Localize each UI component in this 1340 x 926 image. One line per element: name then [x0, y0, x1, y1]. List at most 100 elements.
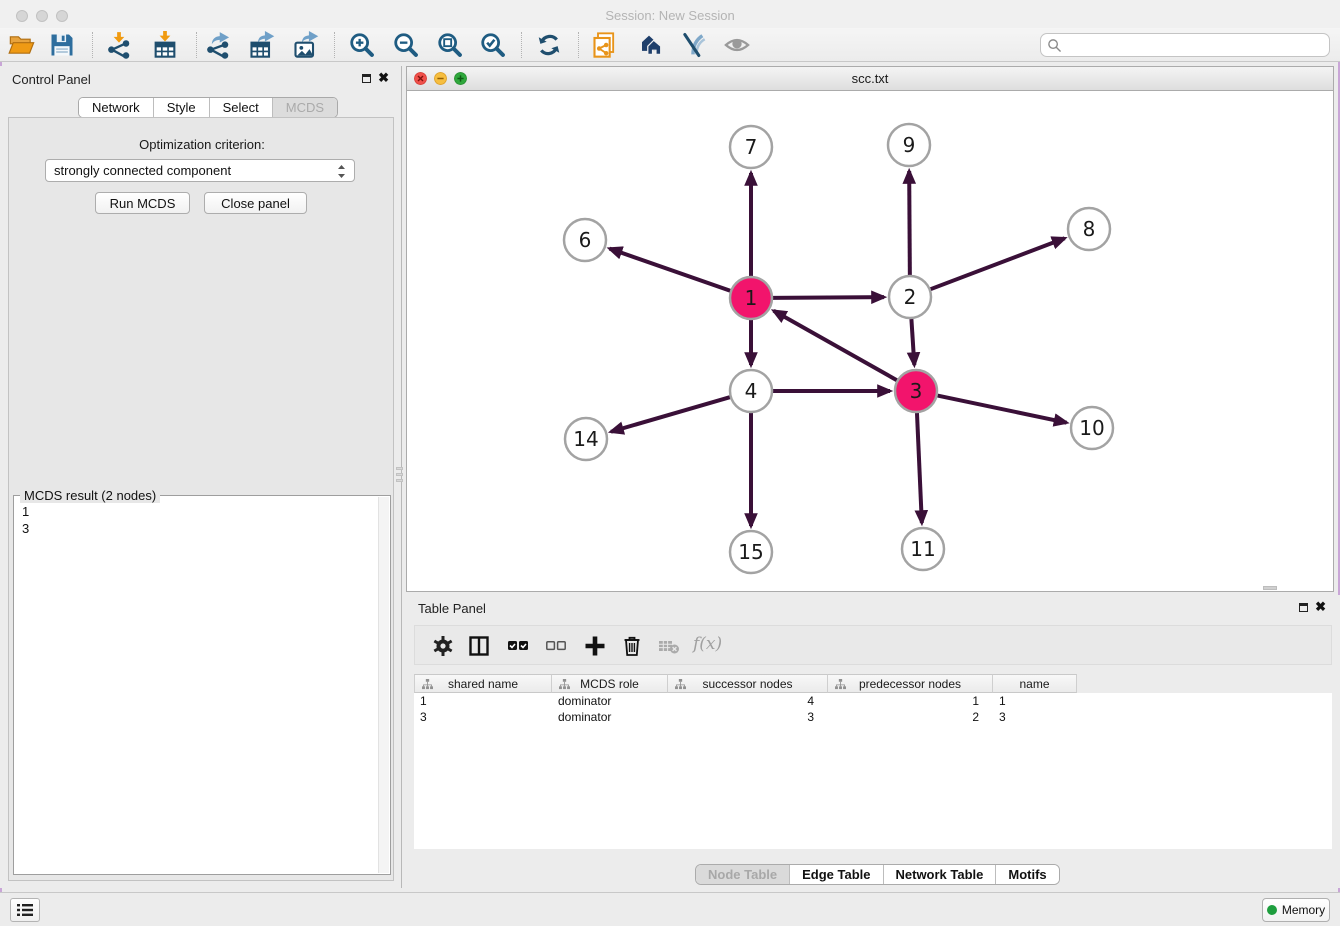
- close-panel-button[interactable]: Close panel: [204, 192, 307, 214]
- edge-3-1[interactable]: [774, 311, 897, 380]
- hide-selected-icon[interactable]: [679, 31, 707, 59]
- search-box[interactable]: [1040, 33, 1330, 57]
- column-header-name[interactable]: name: [993, 674, 1077, 693]
- memory-status-icon: [1267, 905, 1277, 915]
- zoom-fit-icon[interactable]: [436, 31, 464, 59]
- network-graph[interactable]: 7968124314101511: [407, 91, 1333, 591]
- tab-network-table[interactable]: Network Table: [883, 865, 996, 884]
- list-icon: [17, 903, 33, 917]
- column-sort-icon: [835, 679, 846, 690]
- node-label-6: 6: [579, 228, 592, 252]
- node-label-3: 3: [910, 379, 923, 403]
- node-label-4: 4: [745, 379, 758, 403]
- status-bar: Memory: [0, 892, 1340, 926]
- select-all-icon[interactable]: [506, 634, 530, 658]
- column-header-shared-name[interactable]: shared name: [414, 674, 552, 693]
- memory-button[interactable]: Memory: [1262, 898, 1330, 922]
- delete-row-icon[interactable]: [620, 634, 644, 658]
- column-header-mcds-role[interactable]: MCDS role: [552, 674, 668, 693]
- edge-3-11[interactable]: [917, 413, 922, 523]
- delete-table-icon[interactable]: [657, 634, 681, 658]
- task-history-button[interactable]: [10, 898, 40, 922]
- run-mcds-button[interactable]: Run MCDS: [95, 192, 190, 214]
- column-label: name: [1019, 677, 1049, 691]
- export-network-icon[interactable]: [204, 31, 232, 59]
- column-header-successor-nodes[interactable]: successor nodes: [668, 674, 828, 693]
- table-row[interactable]: 1dominator411: [414, 693, 1332, 709]
- table-row[interactable]: 3dominator323: [414, 709, 1332, 725]
- close-table-panel-icon[interactable]: ✖: [1315, 602, 1326, 612]
- search-input[interactable]: [1066, 38, 1329, 53]
- control-panel-tabs: NetworkStyleSelectMCDS: [78, 97, 338, 118]
- toolbar-separator: [92, 32, 93, 58]
- tab-motifs[interactable]: Motifs: [995, 865, 1058, 884]
- memory-label: Memory: [1282, 903, 1325, 917]
- cell-name[interactable]: 3: [993, 709, 1077, 725]
- zoom-in-icon[interactable]: [348, 31, 376, 59]
- cell-successor-nodes[interactable]: 4: [668, 693, 828, 709]
- column-header-predecessor-nodes[interactable]: predecessor nodes: [828, 674, 993, 693]
- toolbar-separator: [334, 32, 335, 58]
- mcds-result-group: MCDS result (2 nodes) 13: [13, 495, 391, 875]
- node-label-9: 9: [903, 133, 916, 157]
- show-all-icon[interactable]: [723, 31, 751, 59]
- import-network-icon[interactable]: [105, 31, 133, 59]
- cell-name[interactable]: 1: [993, 693, 1077, 709]
- table-toolbar: f(x): [414, 625, 1332, 665]
- tab-network[interactable]: Network: [79, 98, 153, 117]
- edge-1-2[interactable]: [773, 297, 884, 298]
- cell-successor-nodes[interactable]: 3: [668, 709, 828, 725]
- node-label-14: 14: [573, 427, 598, 451]
- tab-style[interactable]: Style: [153, 98, 209, 117]
- float-panel-icon[interactable]: [362, 74, 371, 83]
- edge-2-9[interactable]: [909, 171, 910, 275]
- tab-mcds[interactable]: MCDS: [272, 98, 337, 117]
- edge-3-10[interactable]: [938, 396, 1067, 423]
- edge-2-8[interactable]: [931, 238, 1065, 289]
- mcds-result-title: MCDS result (2 nodes): [20, 488, 160, 503]
- export-image-icon[interactable]: [292, 31, 320, 59]
- import-table-icon[interactable]: [151, 31, 179, 59]
- tab-edge-table[interactable]: Edge Table: [789, 865, 882, 884]
- show-columns-icon[interactable]: [467, 634, 491, 658]
- open-session-icon[interactable]: [8, 31, 36, 59]
- node-label-8: 8: [1083, 217, 1096, 241]
- edge-2-3[interactable]: [911, 319, 914, 365]
- clone-network-icon[interactable]: [591, 31, 619, 59]
- first-neighbors-icon[interactable]: [635, 31, 663, 59]
- criterion-select[interactable]: strongly connected component: [45, 159, 355, 182]
- cell-mcds-role[interactable]: dominator: [552, 709, 668, 725]
- cell-predecessor-nodes[interactable]: 2: [828, 709, 993, 725]
- table-body: 1dominator4113dominator323: [414, 693, 1332, 849]
- add-row-icon[interactable]: [583, 634, 607, 658]
- edge-1-6[interactable]: [610, 249, 731, 291]
- panel-splitter[interactable]: [395, 455, 404, 493]
- refresh-layout-icon[interactable]: [535, 31, 563, 59]
- zoom-selected-icon[interactable]: [479, 31, 507, 59]
- column-label: successor nodes: [702, 677, 792, 691]
- apply-function-icon[interactable]: f(x): [693, 634, 722, 654]
- zoom-out-icon[interactable]: [392, 31, 420, 59]
- mcds-tab-content: Optimization criterion: strongly connect…: [8, 117, 394, 881]
- edge-4-14[interactable]: [611, 397, 730, 432]
- unselect-all-icon[interactable]: [544, 634, 568, 658]
- graph-edges: [610, 171, 1067, 526]
- column-label: shared name: [448, 677, 518, 691]
- tab-select[interactable]: Select: [209, 98, 272, 117]
- close-panel-icon[interactable]: ✖: [378, 73, 389, 83]
- tab-node-table[interactable]: Node Table: [696, 865, 789, 884]
- cell-predecessor-nodes[interactable]: 1: [828, 693, 993, 709]
- save-session-icon[interactable]: [48, 31, 76, 59]
- window-resize-handle[interactable]: [1263, 586, 1277, 590]
- criterion-value: strongly connected component: [54, 163, 231, 178]
- settings-gear-icon[interactable]: [431, 634, 455, 658]
- toolbar-separator: [521, 32, 522, 58]
- float-table-panel-icon[interactable]: [1299, 603, 1308, 612]
- cell-shared-name[interactable]: 3: [414, 709, 552, 725]
- export-table-icon[interactable]: [248, 31, 276, 59]
- control-panel: Control Panel ✖ NetworkStyleSelectMCDS O…: [0, 66, 402, 888]
- select-spinner-icon: [335, 163, 348, 180]
- result-scrollbar[interactable]: [378, 497, 389, 873]
- cell-mcds-role[interactable]: dominator: [552, 693, 668, 709]
- cell-shared-name[interactable]: 1: [414, 693, 552, 709]
